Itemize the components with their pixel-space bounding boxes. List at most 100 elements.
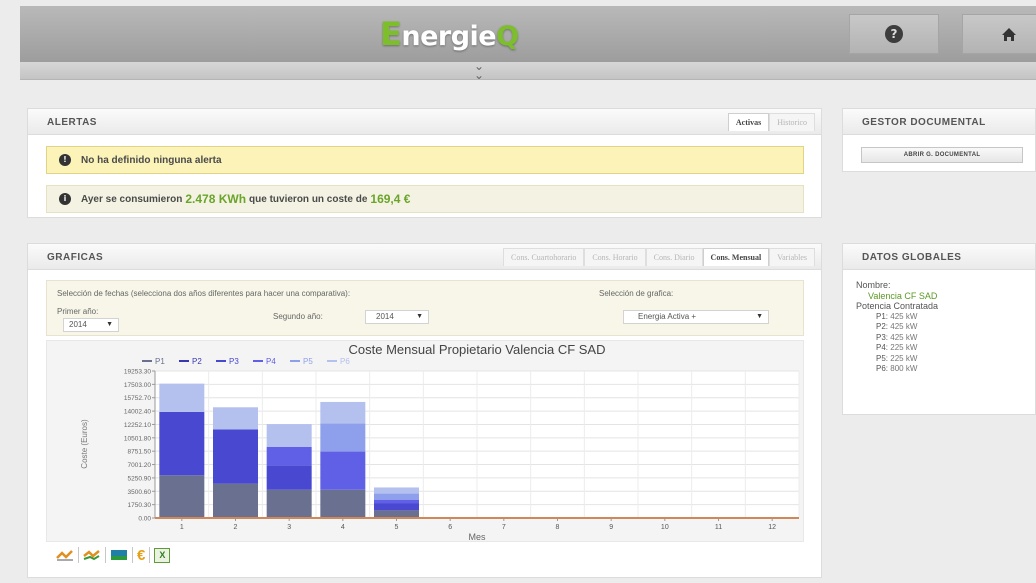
y-tick-label: 17503.00 xyxy=(124,382,151,389)
first-year-select[interactable]: 2014 ▼ xyxy=(63,318,119,332)
y-tick-label: 12252.10 xyxy=(124,422,151,429)
potencia-p6: P6: 800 kW xyxy=(876,364,918,373)
x-tick-label: 10 xyxy=(661,524,669,531)
legend-label-p4: P4 xyxy=(266,357,276,366)
caret-down-icon: ▼ xyxy=(756,313,763,320)
y-tick-label: 10501.80 xyxy=(124,435,151,442)
euro-icon[interactable]: € xyxy=(137,546,145,564)
nombre-label: Nombre: xyxy=(856,280,891,290)
graficas-panel: GRAFICAS Cons. Cuartohorario Cons. Horar… xyxy=(27,243,822,578)
datos-body: Nombre: Valencia CF SAD Potencia Contrat… xyxy=(843,270,1035,375)
toolbar-divider xyxy=(132,547,133,563)
second-year-select[interactable]: 2014 ▼ xyxy=(365,310,429,324)
toolbar-divider xyxy=(105,547,106,563)
graficas-header: GRAFICAS Cons. Cuartohorario Cons. Horar… xyxy=(28,244,821,270)
open-document-manager-button[interactable]: ABRIR G. DOCUMENTAL xyxy=(861,147,1023,163)
tab-cons-mensual[interactable]: Cons. Mensual xyxy=(702,248,770,266)
filter-box: Selección de fechas (selecciona dos años… xyxy=(46,280,804,336)
alertas-panel: ALERTAS Activas Historico ! No ha defini… xyxy=(27,108,822,218)
y-tick-label: 19253.30 xyxy=(124,369,151,376)
alertas-header: ALERTAS Activas Historico xyxy=(28,109,821,135)
bar-segment-p1 xyxy=(266,489,312,518)
tab-cons-diario[interactable]: Cons. Diario xyxy=(645,248,703,266)
bar-segment-p3 xyxy=(266,465,312,490)
alert-warning: ! No ha definido ninguna alerta xyxy=(46,146,804,174)
datos-title: DATOS GLOBALES xyxy=(862,252,962,263)
x-tick-label: 4 xyxy=(341,524,345,531)
tab-variables[interactable]: Variables xyxy=(769,248,815,266)
tab-cons-cuartohorario[interactable]: Cons. Cuartohorario xyxy=(503,248,585,266)
potencia-p1: P1: 425 kW xyxy=(876,311,918,321)
bar-segment-p1 xyxy=(374,510,419,518)
bar-segment-p5 xyxy=(374,493,419,500)
alertas-tabs: Activas Historico xyxy=(727,113,815,131)
x-tick-label: 1 xyxy=(180,524,184,531)
bar-segment-p5 xyxy=(320,423,366,452)
y-tick-label: 1750.30 xyxy=(128,502,152,509)
home-button[interactable] xyxy=(962,14,1036,54)
first-year-label: Primer año: xyxy=(57,307,99,316)
header-expand-bar: ⌄ ⌄ xyxy=(20,60,1036,81)
potencia-p2: P2: 425 kW xyxy=(876,322,918,331)
tab-activas[interactable]: Activas xyxy=(727,113,770,131)
caret-down-icon: ▼ xyxy=(416,313,423,320)
x-tick-label: 3 xyxy=(287,524,291,531)
bar-segment-p6 xyxy=(320,401,366,424)
x-tick-label: 2 xyxy=(234,524,238,531)
bar-segment-p3 xyxy=(374,503,419,511)
monthly-cost-chart[interactable]: 0.00 1750.30 3500.60 5250.90 7001.20 8751.50 1… xyxy=(47,341,805,543)
tab-cons-horario[interactable]: Cons. Horario xyxy=(584,248,646,266)
y-tick-label: 5250.90 xyxy=(128,475,152,482)
second-year-label: Segundo año: xyxy=(273,312,323,321)
y-tick-label: 7001.20 xyxy=(128,462,152,469)
chart-type-select[interactable]: Energia Activa + ▼ xyxy=(623,310,769,324)
bar-segment-p6 xyxy=(159,383,205,412)
energieq-logo[interactable]: EnergieQ xyxy=(380,12,519,56)
chart-hint: Selección de grafica: xyxy=(599,289,674,298)
help-circle-icon: ? xyxy=(885,25,903,43)
y-tick-label: 8751.50 xyxy=(128,449,152,456)
bar-segment-p4 xyxy=(374,499,419,504)
home-icon xyxy=(1002,27,1016,41)
help-button[interactable]: ? xyxy=(849,14,939,54)
potencia-label: Potencia Contratada xyxy=(856,301,939,311)
toolbar-divider xyxy=(78,547,79,563)
y-tick-label: 0.00 xyxy=(138,516,151,523)
dates-hint: Selección de fechas (selecciona dos años… xyxy=(57,289,351,298)
potencia-p5: P5: 225 kW xyxy=(876,353,918,363)
chart-line-icon[interactable] xyxy=(56,546,74,564)
bar-segment-p1 xyxy=(159,475,205,518)
caret-down-icon: ▼ xyxy=(106,321,113,328)
legend-label-p5: P5 xyxy=(303,357,313,366)
graficas-title: GRAFICAS xyxy=(47,252,104,263)
y-axis-label: Coste (Euros) xyxy=(80,419,89,469)
chart-toolbar: € X xyxy=(56,546,174,564)
x-tick-label: 9 xyxy=(609,524,613,531)
potencia-p4: P4: 225 kW xyxy=(876,343,918,352)
x-tick-label: 11 xyxy=(715,524,722,531)
chart-area: 0.00 1750.30 3500.60 5250.90 7001.20 8751.50 1… xyxy=(46,340,804,542)
bar-segment-p4 xyxy=(266,446,312,466)
nombre-value: Valencia CF SAD xyxy=(868,290,938,301)
chart-area-icon[interactable] xyxy=(110,546,128,564)
graficas-tabs: Cons. Cuartohorario Cons. Horario Cons. … xyxy=(503,248,815,266)
excel-export-icon[interactable]: X xyxy=(154,546,171,564)
chart-compare-icon[interactable] xyxy=(83,546,101,564)
chart-title: Coste Mensual Propietario Valencia CF SA… xyxy=(349,342,606,357)
warning-icon: ! xyxy=(59,154,71,166)
alert-consumption-info: i Ayer se consumieron 2.478 KWh que tuvi… xyxy=(46,185,804,213)
bar-segment-p3 xyxy=(159,411,205,476)
tab-historico[interactable]: Historico xyxy=(769,113,815,131)
potencia-p3: P3: 425 kW xyxy=(876,332,918,342)
y-tick-label: 3500.60 xyxy=(128,489,152,496)
gestor-header: GESTOR DOCUMENTAL xyxy=(843,109,1035,135)
legend-label-p3: P3 xyxy=(229,357,239,366)
gestor-documental-panel: GESTOR DOCUMENTAL ABRIR G. DOCUMENTAL xyxy=(842,108,1036,172)
info-icon: i xyxy=(59,193,71,205)
x-tick-label: 8 xyxy=(556,524,560,531)
bar-segment-p6 xyxy=(374,487,419,494)
x-axis-label: Mes xyxy=(468,532,486,542)
bar-segment-p1 xyxy=(320,489,366,518)
chevron-double-down-icon[interactable]: ⌄ ⌄ xyxy=(472,60,486,81)
toolbar-divider xyxy=(149,547,151,563)
